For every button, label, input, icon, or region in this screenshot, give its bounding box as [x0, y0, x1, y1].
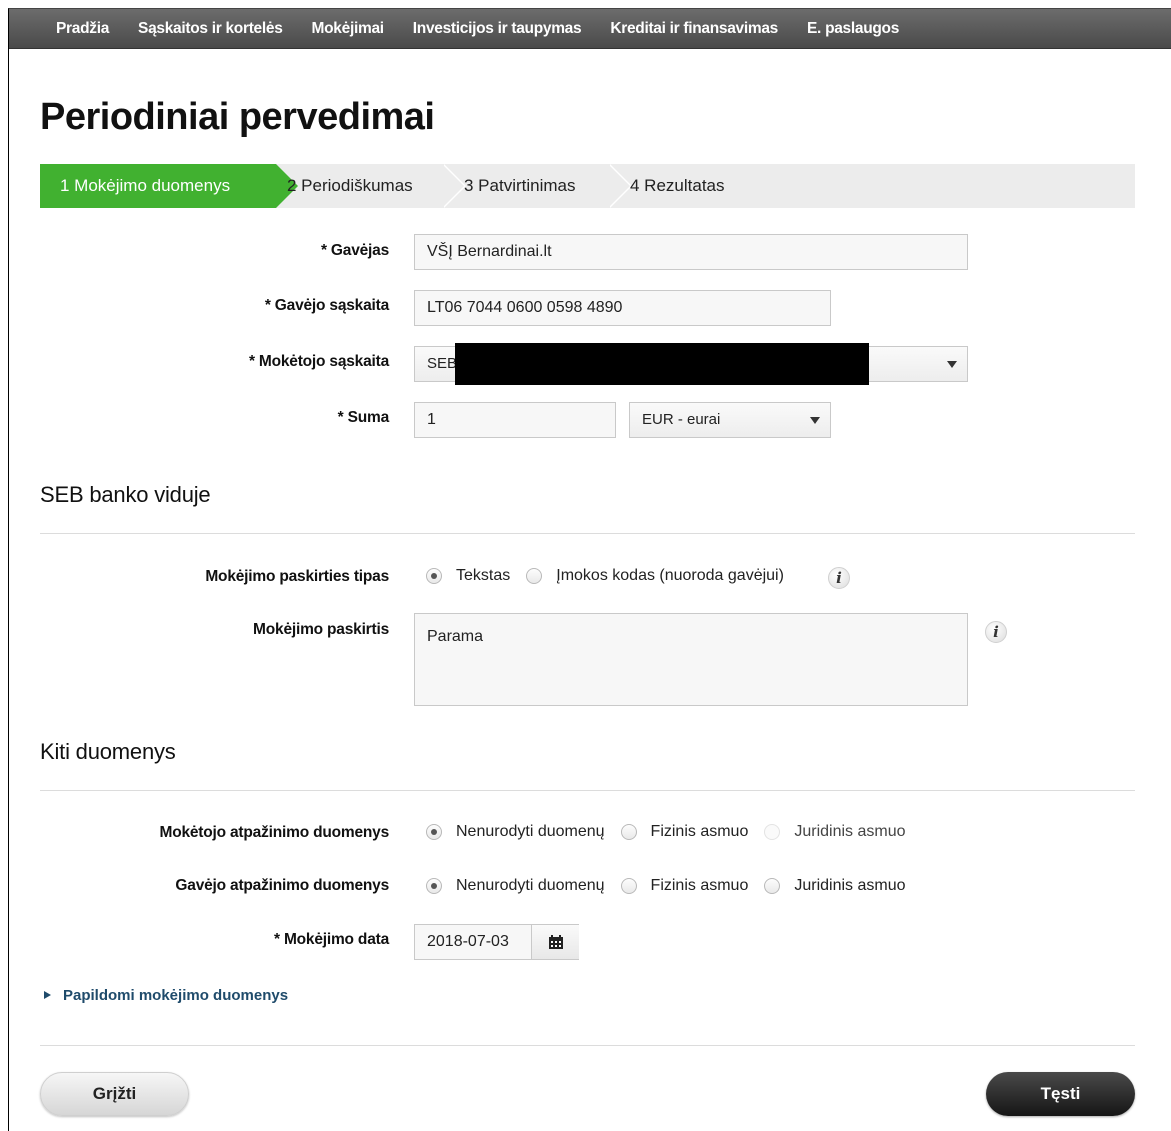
- back-button[interactable]: Grįžti: [40, 1072, 189, 1116]
- step-periodicity: 2 Periodiškumas: [287, 176, 413, 195]
- radio-label-payer-none: Nenurodyti duomenų: [456, 823, 605, 840]
- currency-value: EUR - eurai: [642, 411, 721, 428]
- radio-label-recipient-legal-entity: Juridinis asmuo: [794, 877, 906, 894]
- step-confirmation: 3 Patvirtinimas: [464, 176, 576, 195]
- nav-item-accounts-cards[interactable]: Sąskaitos ir kortelės: [138, 20, 283, 38]
- section-title-other: Kiti duomenys: [40, 739, 176, 764]
- nav-item-home[interactable]: Pradžia: [56, 20, 109, 38]
- radio-label-recipient-individual: Fizinis asmuo: [650, 877, 749, 894]
- amount-input[interactable]: 1: [414, 402, 616, 438]
- recipient-input[interactable]: VŠĮ Bernardinai.lt: [414, 234, 968, 270]
- nav-item-e-services[interactable]: E. paslaugos: [807, 20, 899, 38]
- recipient-account-input[interactable]: LT06 7044 0600 0598 4890: [414, 290, 831, 326]
- recipient-id-label: Gavėjo atpažinimo duomenys: [175, 877, 389, 894]
- triangle-right-icon: [44, 991, 51, 1000]
- radio-payer-none[interactable]: [426, 824, 442, 840]
- radio-payer-individual[interactable]: [620, 824, 637, 840]
- radio-payment-code-type[interactable]: [526, 568, 543, 584]
- payment-date-input[interactable]: 2018-07-03: [415, 925, 531, 959]
- section-title-internal: SEB banko viduje: [40, 482, 211, 507]
- recipient-id-radio-group: Nenurodyti duomenų Fizinis asmuo Juridin…: [426, 877, 922, 895]
- radio-recipient-none[interactable]: [426, 878, 442, 894]
- footer-divider: [40, 1045, 1135, 1046]
- radio-label-payer-individual: Fizinis asmuo: [650, 823, 749, 840]
- payer-account-value: SEB: [427, 355, 458, 372]
- chevron-down-icon: [947, 361, 957, 368]
- nav-item-credits[interactable]: Kreditai ir finansavimas: [610, 20, 778, 38]
- page-title: Periodiniai pervedimai: [40, 96, 435, 138]
- purpose-label: Mokėjimo paskirtis: [253, 621, 389, 638]
- payment-date-field: 2018-07-03: [414, 924, 579, 960]
- additional-payment-data-label: Papildomi mokėjimo duomenys: [63, 987, 289, 1004]
- payer-account-label: * Mokėtojo sąskaita: [248, 353, 389, 370]
- step-separator: [442, 164, 466, 208]
- info-icon[interactable]: i: [828, 567, 850, 589]
- section-divider: [40, 790, 1135, 791]
- step-result: 4 Rezultatas: [630, 176, 725, 195]
- currency-select[interactable]: EUR - eurai: [629, 402, 831, 438]
- calendar-button[interactable]: [531, 925, 579, 959]
- amount-label: * Suma: [337, 409, 390, 426]
- payer-id-label: Mokėtojo atpažinimo duomenys: [159, 824, 389, 841]
- payer-id-radio-group: Nenurodyti duomenų Fizinis asmuo Juridin…: [426, 823, 922, 841]
- purpose-textarea[interactable]: Parama: [414, 613, 968, 706]
- redacted-account-number: [455, 343, 869, 385]
- recipient-label: * Gavėjas: [320, 242, 389, 259]
- radio-label-text-type: Tekstas: [456, 567, 511, 584]
- step-payment-data: 1 Mokėjimo duomenys: [40, 164, 298, 208]
- payment-date-label: * Mokėjimo data: [274, 931, 389, 948]
- step-separator: [608, 164, 632, 208]
- recipient-account-label: * Gavėjo sąskaita: [264, 297, 389, 314]
- info-icon[interactable]: i: [985, 621, 1007, 643]
- payer-account-select[interactable]: SEB: [414, 343, 968, 385]
- continue-button[interactable]: Tęsti: [986, 1072, 1135, 1116]
- radio-recipient-legal-entity[interactable]: [764, 878, 781, 894]
- purpose-type-radio-group: Tekstas Įmokos kodas (nuoroda gavėjui): [426, 567, 800, 585]
- radio-label-payment-code-type: Įmokos kodas (nuoroda gavėjui): [556, 567, 784, 584]
- nav-item-payments[interactable]: Mokėjimai: [312, 20, 385, 38]
- radio-recipient-individual[interactable]: [620, 878, 637, 894]
- step-indicator: 1 Mokėjimo duomenys 2 Periodiškumas 3 Pa…: [40, 164, 1135, 208]
- additional-payment-data-toggle[interactable]: Papildomi mokėjimo duomenys: [44, 987, 288, 1004]
- chevron-down-icon: [810, 417, 820, 424]
- top-navigation: Pradžia Sąskaitos ir kortelės Mokėjimai …: [9, 9, 1171, 49]
- purpose-type-label: Mokėjimo paskirties tipas: [205, 568, 389, 585]
- radio-label-recipient-none: Nenurodyti duomenų: [456, 877, 605, 894]
- nav-item-investments[interactable]: Investicijos ir taupymas: [413, 20, 582, 38]
- radio-payer-legal-entity: [764, 824, 781, 840]
- section-divider: [40, 533, 1135, 534]
- radio-text-type[interactable]: [426, 568, 442, 584]
- calendar-icon: [549, 935, 563, 949]
- radio-label-payer-legal-entity: Juridinis asmuo: [794, 823, 906, 840]
